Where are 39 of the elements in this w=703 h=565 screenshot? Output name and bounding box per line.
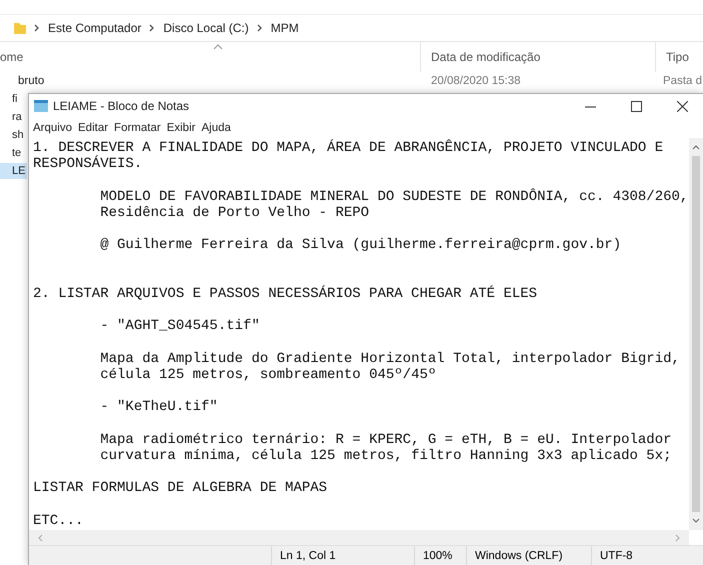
- scroll-right-icon: [675, 534, 681, 542]
- status-text: UTF-8: [591, 546, 671, 565]
- column-header[interactable]: Data de modificação: [431, 50, 540, 64]
- column-header[interactable]: Tipo: [666, 50, 689, 64]
- vertical-scrollbar[interactable]: [689, 138, 703, 530]
- menu-item[interactable]: Ajuda: [201, 122, 231, 138]
- horizontal-scrollbar[interactable]: [29, 530, 689, 545]
- status-text: Windows (CRLF): [466, 546, 591, 565]
- column-header[interactable]: ome: [0, 50, 24, 64]
- folder-icon: [14, 21, 26, 35]
- file-name[interactable]: bruto: [18, 75, 44, 87]
- sort-caret-icon: [213, 44, 223, 50]
- file-name[interactable]: te: [0, 145, 24, 161]
- breadcrumb-item[interactable]: MPM: [270, 21, 299, 35]
- menu-item[interactable]: Exibir: [166, 122, 196, 138]
- status-text: Ln 1, Col 1: [271, 546, 414, 565]
- close-icon: [676, 100, 688, 112]
- chevron-icon: [34, 24, 40, 32]
- menu-item[interactable]: Arquivo: [33, 122, 72, 138]
- file-name[interactable]: LE: [0, 163, 28, 179]
- scroll-left-icon: [37, 534, 43, 542]
- window-title: LEIAME - Bloco de Notas: [53, 99, 190, 113]
- file-name[interactable]: fi: [0, 91, 20, 107]
- document-text[interactable]: 1. DESCREVER A FINALIDADE DO MAPA, ÁREA DE ABRANGÊNCIA, PROJETO VINCULADO E RESPONSÁVEIS. MODELO DE FAVORABILIDADE MINERAL DO SUDESTE DE RONDÔNIA, cc. 4308/260, Residência de Porto Velho - REPO @ Guilherme Ferreira da Silva (guilherme.ferreira@cprm.gov.br) 2. LISTAR ARQUIVOS E PASSOS NECESSÁRIOS PARA CHEGAR ATÉ ELES - "AGHT_S04545.tif" Mapa da Amplitude do Gradiente Horizontal Total, interpolador Bigrid, célula 125 metros, sombreamento 045º/45º - "KeTheU.tif" Mapa radiométrico ternário: R = KPERC, G = eTH, B = eU. Interpolador curvatura mínima, célula 125 metros, filtro Hanning 3x3 aplicado 5x; LISTAR FORMULAS DE ALGEBRA DE MAPAS ETC...: [29, 138, 689, 530]
- chevron-icon: [256, 24, 263, 32]
- breadcrumb-item[interactable]: Este Computador: [48, 21, 142, 35]
- file-name[interactable]: sh: [0, 127, 26, 143]
- notepad-icon: [33, 98, 49, 114]
- file-date: 20/08/2020 15:38: [430, 75, 522, 87]
- menu-item[interactable]: Formatar: [114, 122, 161, 138]
- scroll-up-icon: [692, 144, 700, 150]
- scroll-down-icon: [692, 518, 700, 524]
- status-text: 100%: [414, 546, 466, 565]
- chevron-icon: [149, 24, 156, 32]
- breadcrumb-item[interactable]: Disco Local (C:): [163, 21, 249, 35]
- menu-item[interactable]: Editar: [78, 122, 108, 138]
- maximize-icon: [630, 100, 642, 112]
- file-type: Pasta d: [662, 75, 702, 87]
- file-name[interactable]: ra: [0, 109, 24, 125]
